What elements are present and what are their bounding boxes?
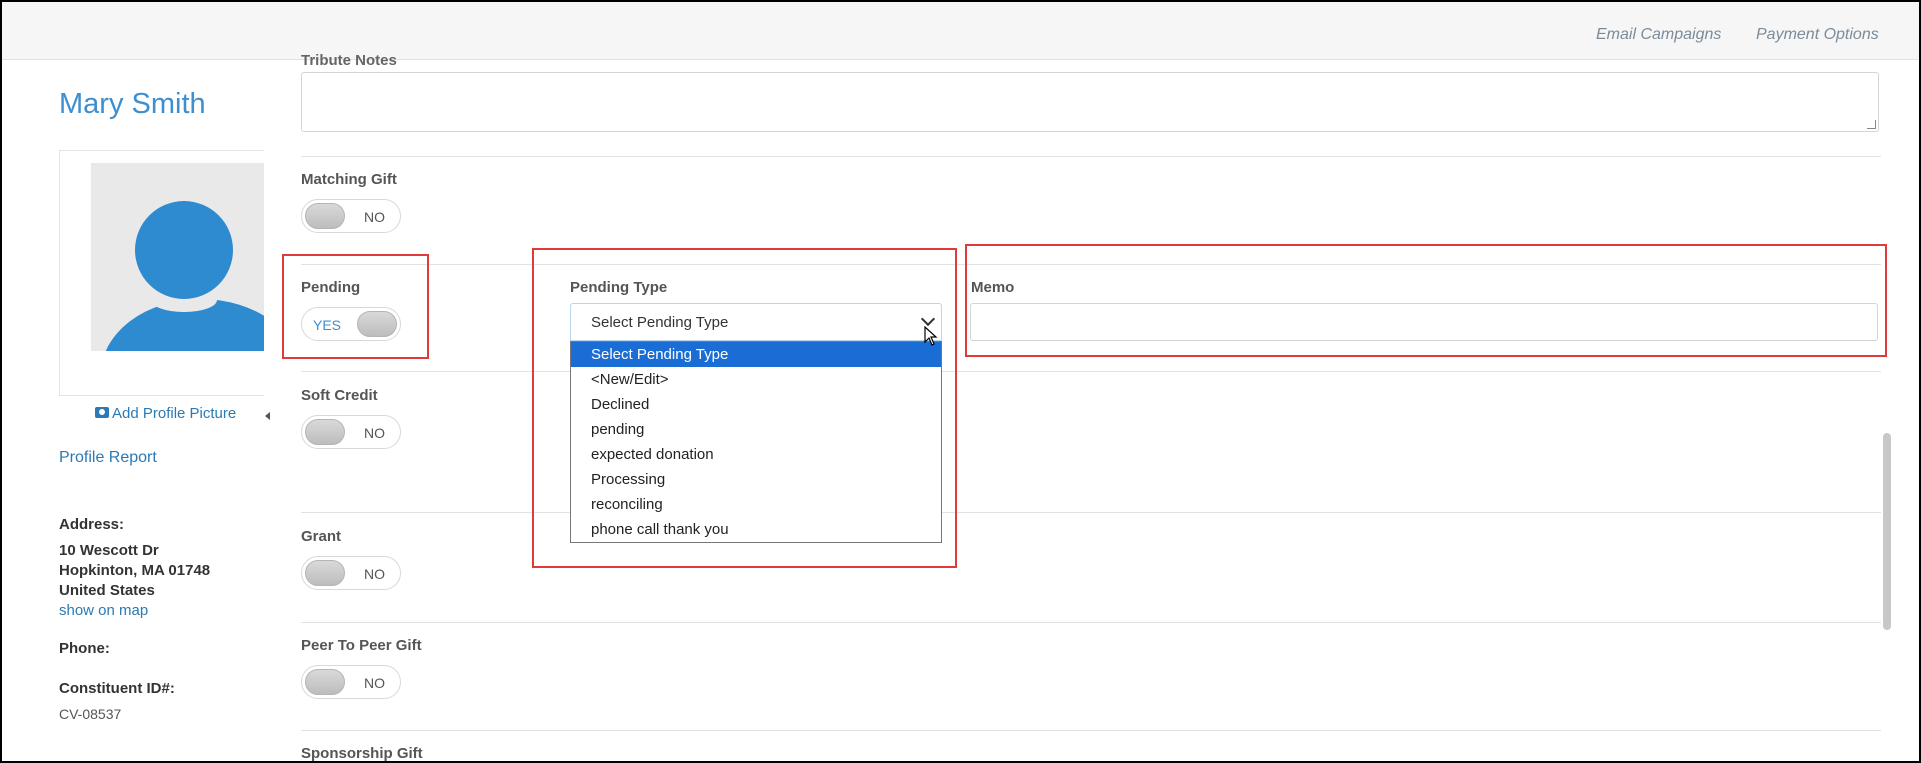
divider [301, 264, 1881, 265]
dropdown-option[interactable]: reconciling [571, 492, 941, 517]
divider [301, 371, 1881, 372]
grant-label: Grant [301, 528, 342, 545]
pending-label: Pending [301, 279, 361, 296]
pending-type-select[interactable]: Select Pending Type [570, 303, 942, 341]
tribute-notes-label: Tribute Notes [301, 52, 397, 69]
matching-gift-label: Matching Gift [301, 171, 397, 188]
toggle-state-label: YES [313, 317, 342, 333]
address-label: Address: [59, 516, 125, 533]
dropdown-option[interactable]: phone call thank you [571, 517, 941, 542]
avatar [91, 163, 264, 351]
nav-email-campaigns[interactable]: Email Campaigns [1596, 26, 1721, 44]
address-line-1: 10 Wescott Dr [59, 542, 159, 559]
toggle-state-label: NO [364, 566, 385, 582]
app-window: Email Campaigns Payment Options Mary Smi… [0, 0, 1921, 763]
pending-toggle[interactable]: YES [301, 307, 401, 341]
profile-sidebar: Mary Smith Add Profile Picture Profile R… [2, 60, 272, 761]
toggle-state-label: NO [364, 209, 385, 225]
scrollbar-thumb[interactable] [1883, 433, 1891, 630]
soft-credit-toggle[interactable]: NO [301, 415, 401, 449]
toggle-state-label: NO [364, 425, 385, 441]
sponsorship-gift-label: Sponsorship Gift [301, 745, 423, 762]
nav-payment-options[interactable]: Payment Options [1756, 26, 1879, 44]
matching-gift-toggle[interactable]: NO [301, 199, 401, 233]
profile-photo-card [59, 150, 264, 396]
dropdown-option[interactable]: expected donation [571, 442, 941, 467]
address-line-3: United States [59, 582, 155, 599]
constituent-id-label: Constituent ID#: [59, 680, 175, 697]
add-profile-picture-label: Add Profile Picture [112, 405, 237, 422]
divider [301, 622, 1881, 623]
toggle-knob [305, 560, 345, 586]
memo-label: Memo [971, 279, 1015, 296]
resize-grip-icon[interactable] [1867, 120, 1876, 129]
add-profile-picture-link[interactable]: Add Profile Picture [95, 405, 236, 422]
soft-credit-label: Soft Credit [301, 387, 378, 404]
dropdown-option[interactable]: Select Pending Type [571, 342, 941, 367]
tribute-notes-textarea[interactable] [301, 72, 1879, 132]
profile-name: Mary Smith [59, 88, 206, 120]
phone-label: Phone: [59, 640, 110, 657]
divider [301, 156, 1881, 157]
toggle-knob [357, 311, 397, 337]
toggle-knob [305, 669, 345, 695]
avatar-head-shape [135, 201, 233, 299]
dropdown-option[interactable]: Declined [571, 392, 941, 417]
toggle-state-label: NO [364, 675, 385, 691]
vertical-scrollbar[interactable] [1879, 60, 1894, 761]
chevron-down-icon [920, 311, 936, 327]
collapse-sidebar-arrow-icon[interactable] [265, 412, 270, 420]
pending-type-selected-value: Select Pending Type [591, 314, 729, 331]
toggle-knob [305, 203, 345, 229]
dropdown-option[interactable]: <New/Edit> [571, 367, 941, 392]
profile-report-link[interactable]: Profile Report [59, 449, 157, 467]
divider [301, 512, 1881, 513]
memo-input[interactable] [970, 303, 1878, 341]
toggle-knob [305, 419, 345, 445]
pending-type-label: Pending Type [570, 279, 668, 296]
address-line-2: Hopkinton, MA 01748 [59, 562, 211, 579]
show-on-map-link[interactable]: show on map [59, 602, 148, 619]
divider [301, 730, 1881, 731]
pending-type-dropdown-list[interactable]: Select Pending Type <New/Edit> Declined … [570, 341, 942, 543]
peer-to-peer-gift-label: Peer To Peer Gift [301, 637, 422, 654]
top-navigation-bar: Email Campaigns Payment Options [2, 2, 1919, 60]
constituent-id-value: CV-08537 [59, 706, 122, 722]
grant-toggle[interactable]: NO [301, 556, 401, 590]
dropdown-option[interactable]: Processing [571, 467, 941, 492]
dropdown-option[interactable]: pending [571, 417, 941, 442]
camera-icon [95, 407, 109, 418]
peer-to-peer-gift-toggle[interactable]: NO [301, 665, 401, 699]
